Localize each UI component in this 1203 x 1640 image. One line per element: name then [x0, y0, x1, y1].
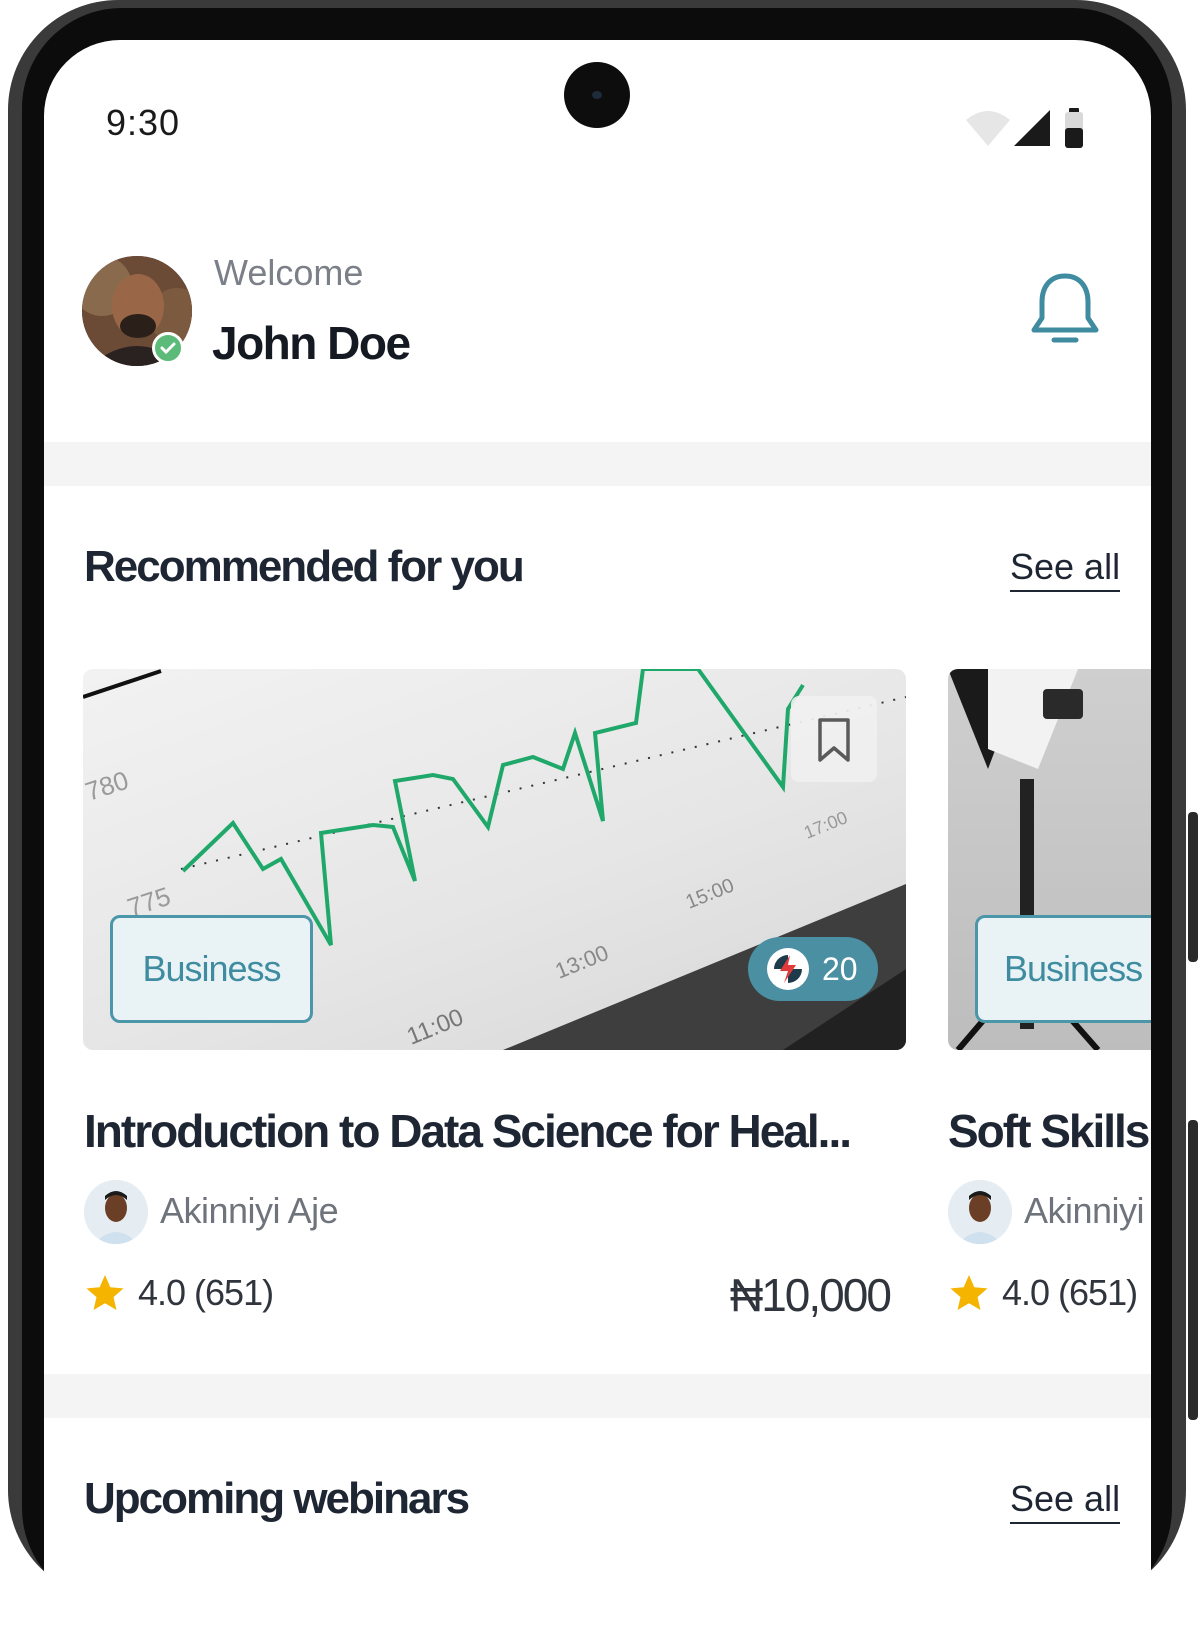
- points-badge: 20: [748, 937, 878, 1001]
- volume-button: [1188, 812, 1198, 962]
- star-icon: [86, 1275, 124, 1310]
- course-rating: 4.0 (651): [1002, 1272, 1138, 1313]
- status-time: 9:30: [106, 102, 181, 143]
- chart-label-1300: 13:00: [552, 940, 612, 984]
- webinars-title: Upcoming webinars: [84, 1474, 470, 1523]
- user-name: John Doe: [212, 317, 411, 369]
- chart-label-780: 780: [83, 765, 132, 807]
- instructor-name: Akinniyi Aje: [160, 1190, 339, 1231]
- course-price: ₦10,000: [730, 1269, 892, 1321]
- chart-label-1500: 15:00: [683, 874, 738, 913]
- chart-label-1700: 17:00: [801, 807, 850, 842]
- front-camera: [564, 62, 630, 128]
- check-icon: [160, 342, 176, 355]
- course-title[interactable]: Introduction to Data Science for Heal...: [84, 1104, 852, 1158]
- course-card-image[interactable]: 780 775 11:00 13:00 15:00 17:00 Business…: [83, 669, 906, 1050]
- signal-icon: [1014, 110, 1050, 146]
- course-title[interactable]: Soft Skills: [948, 1104, 1150, 1158]
- instructor-avatar: [84, 1180, 148, 1244]
- instructor-avatar: [948, 1180, 1012, 1244]
- section-divider: [44, 1374, 1151, 1418]
- wifi-icon: [966, 111, 1010, 146]
- points-logo-icon: [767, 948, 809, 990]
- chart-label-1100: 11:00: [403, 1004, 467, 1050]
- welcome-text: Welcome: [214, 252, 364, 293]
- instructor-name: Akinniyi: [1024, 1190, 1145, 1231]
- see-all-webinars-link[interactable]: See all: [1010, 1478, 1121, 1524]
- points-value: 20: [822, 950, 858, 987]
- course-rating: 4.0 (651): [138, 1272, 274, 1313]
- see-all-recommended-link[interactable]: See all: [1010, 546, 1121, 592]
- battery-icon: [1065, 108, 1083, 148]
- bookmark-icon: [818, 718, 850, 762]
- category-tag[interactable]: Business: [110, 915, 313, 1023]
- course-card-image[interactable]: Business: [948, 669, 1151, 1050]
- star-icon: [950, 1275, 988, 1310]
- bookmark-button[interactable]: [791, 696, 877, 782]
- section-divider: [44, 442, 1151, 486]
- status-icons: [966, 108, 1083, 148]
- app-screen: 9:30 Welcome John Doe Recommended for yo…: [44, 40, 1151, 1640]
- verified-badge: [152, 332, 184, 364]
- power-button: [1188, 1120, 1198, 1420]
- category-tag[interactable]: Business: [975, 915, 1151, 1023]
- recommended-title: Recommended for you: [84, 542, 525, 591]
- notification-bell-icon[interactable]: [1030, 272, 1100, 348]
